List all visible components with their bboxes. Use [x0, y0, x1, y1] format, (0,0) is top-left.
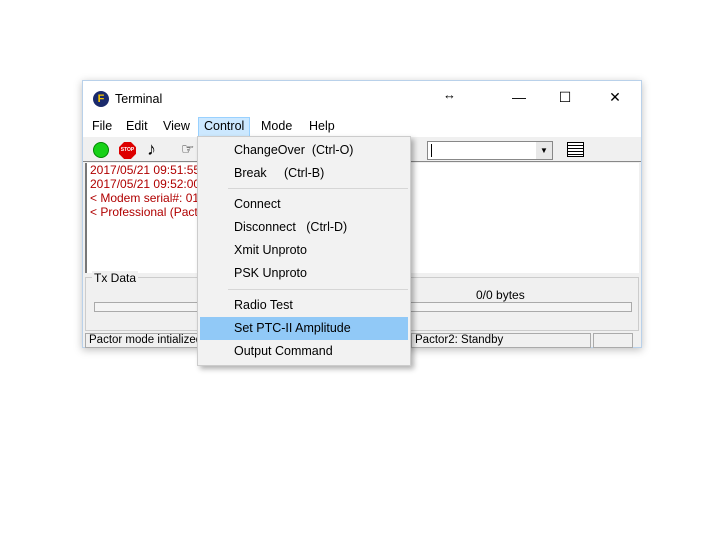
close-button[interactable]: ✕ [605, 89, 625, 106]
menu-separator [228, 289, 408, 290]
menu-item-radio-test[interactable]: Radio Test [200, 294, 408, 317]
hand-icon[interactable]: ☞ [181, 140, 194, 158]
menu-file[interactable]: File [92, 119, 112, 133]
menu-item-connect[interactable]: Connect [200, 193, 408, 216]
menu-item-xmit-unproto[interactable]: Xmit Unproto [200, 239, 408, 262]
status-pactor: Pactor2: Standby [411, 333, 591, 348]
control-menu: ChangeOver (Ctrl-O) Break (Ctrl-B) Conne… [197, 136, 411, 366]
menu-bar: File Edit View Control Mode Help [83, 117, 641, 137]
green-light-icon[interactable] [93, 142, 109, 158]
minimize-button[interactable]: — [509, 89, 529, 105]
menu-view[interactable]: View [163, 119, 190, 133]
app-logo-icon: F [93, 91, 109, 107]
title-bar: F Terminal ↔ — ☐ ✕ [83, 81, 641, 117]
chevron-down-icon[interactable]: ▼ [536, 142, 552, 159]
list-icon[interactable] [567, 142, 584, 157]
menu-control[interactable]: Control [198, 117, 251, 137]
window-title: Terminal [115, 92, 163, 106]
tx-bytes: 0/0 bytes [476, 288, 525, 302]
status-extra [593, 333, 633, 348]
menu-item-set-ptc-amplitude[interactable]: Set PTC-II Amplitude [200, 317, 408, 340]
resize-icon: ↔ [443, 87, 456, 102]
menu-item-output-command[interactable]: Output Command [200, 340, 408, 363]
mode-combo[interactable]: ▼ [427, 141, 553, 160]
menu-item-changeover[interactable]: ChangeOver (Ctrl-O) [200, 139, 408, 162]
stop-icon[interactable]: STOP [119, 142, 136, 159]
menu-edit[interactable]: Edit [126, 119, 148, 133]
menu-mode[interactable]: Mode [261, 119, 292, 133]
menu-item-psk-unproto[interactable]: PSK Unproto [200, 262, 408, 285]
maximize-button[interactable]: ☐ [555, 89, 575, 106]
tx-data-label: Tx Data [92, 271, 139, 285]
menu-item-break[interactable]: Break (Ctrl-B) [200, 162, 408, 185]
menu-help[interactable]: Help [309, 119, 335, 133]
menu-separator [228, 188, 408, 189]
music-note-icon[interactable]: ♪ [147, 139, 156, 160]
menu-item-disconnect[interactable]: Disconnect (Ctrl-D) [200, 216, 408, 239]
text-caret [431, 144, 432, 157]
